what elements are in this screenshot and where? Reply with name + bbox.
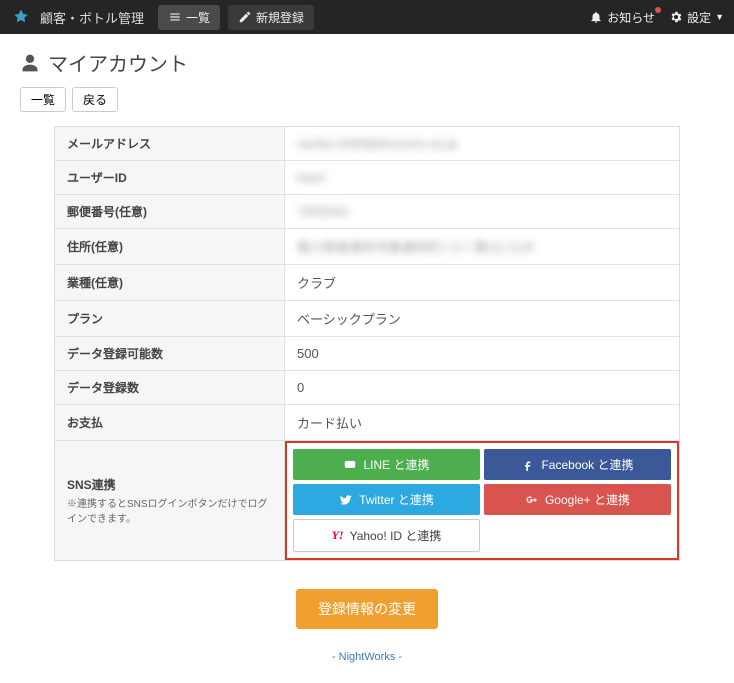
industry-label: 業種(任意) xyxy=(55,265,285,300)
nav-new-button[interactable]: 新規登録 xyxy=(228,5,314,30)
row-count: データ登録数 0 xyxy=(55,371,679,405)
sns-twitter-label: Twitter と連携 xyxy=(359,491,434,508)
bell-icon xyxy=(589,10,603,24)
sns-facebook-button[interactable]: Facebook と連携 xyxy=(484,449,671,480)
sns-label-cell: SNS連携 ※連携するとSNSログインボタンだけでログインできます。 xyxy=(55,441,285,560)
line-icon xyxy=(343,458,357,472)
navbar-left: 顧客・ボトル管理 一覧 新規登録 xyxy=(10,5,314,30)
sns-twitter-button[interactable]: Twitter と連携 xyxy=(293,484,480,515)
back-button[interactable]: 戻る xyxy=(72,87,118,112)
industry-value: クラブ xyxy=(285,265,679,300)
count-value: 0 xyxy=(285,371,679,404)
email-value: nanbo-0409@docomo.ne.jp xyxy=(297,136,458,151)
navbar-right: お知らせ 設定 ▼ xyxy=(589,9,724,26)
sub-buttons: 一覧 戻る xyxy=(20,87,714,112)
payment-value: カード払い xyxy=(285,405,679,440)
row-payment: お支払 カード払い xyxy=(55,405,679,441)
page-body: マイアカウント 一覧 戻る メールアドレス nanbo-0409@docomo.… xyxy=(0,34,734,683)
userid-value: kaori xyxy=(297,170,325,185)
sns-buttons-wrap: LINE と連携 Facebook と連携 Twitter と連携 Google… xyxy=(285,441,679,560)
sns-facebook-label: Facebook と連携 xyxy=(541,456,633,473)
yahoo-icon: Y! xyxy=(332,528,344,543)
facebook-icon xyxy=(521,458,535,472)
postal-value: 7650043 xyxy=(297,204,348,219)
row-email: メールアドレス nanbo-0409@docomo.ne.jp xyxy=(55,127,679,161)
sns-yahoo-label: Yahoo! ID と連携 xyxy=(350,527,442,544)
navbar: 顧客・ボトル管理 一覧 新規登録 お知らせ 設定 ▼ xyxy=(0,0,734,34)
caret-down-icon: ▼ xyxy=(715,12,724,22)
action-area: 登録情報の変更 xyxy=(20,589,714,629)
plan-label: プラン xyxy=(55,301,285,336)
sns-hint: ※連携するとSNSログインボタンだけでログインできます。 xyxy=(67,495,272,525)
submit-button[interactable]: 登録情報の変更 xyxy=(296,589,438,629)
sns-google-label: Google+ と連携 xyxy=(545,491,630,508)
account-panel: メールアドレス nanbo-0409@docomo.ne.jp ユーザーID k… xyxy=(54,126,680,561)
list-icon xyxy=(168,10,182,24)
list-button[interactable]: 一覧 xyxy=(20,87,66,112)
row-sns: SNS連携 ※連携するとSNSログインボタンだけでログインできます。 LINE … xyxy=(55,441,679,560)
capacity-label: データ登録可能数 xyxy=(55,337,285,370)
address-label: 住所(任意) xyxy=(55,229,285,264)
brand-title: 顧客・ボトル管理 xyxy=(40,8,144,27)
nav-settings-label: 設定 xyxy=(687,9,711,26)
twitter-icon xyxy=(339,493,353,507)
sns-line-label: LINE と連携 xyxy=(363,456,429,473)
notice-badge-dot xyxy=(655,7,661,13)
row-industry: 業種(任意) クラブ xyxy=(55,265,679,301)
pencil-icon xyxy=(238,10,252,24)
payment-label: お支払 xyxy=(55,405,285,440)
row-userid: ユーザーID kaori xyxy=(55,161,679,195)
row-capacity: データ登録可能数 500 xyxy=(55,337,679,371)
nav-settings-button[interactable]: 設定 ▼ xyxy=(669,9,724,26)
address-value: 香川県善通寺市善通寺町7-3-7 第2ビル2F xyxy=(297,237,535,256)
nav-list-button[interactable]: 一覧 xyxy=(158,5,220,30)
nav-notice-label: お知らせ xyxy=(607,9,655,26)
app-logo-icon xyxy=(10,6,32,28)
postal-label: 郵便番号(任意) xyxy=(55,195,285,228)
page-title: マイアカウント xyxy=(20,48,714,77)
page-title-text: マイアカウント xyxy=(48,48,188,77)
email-label: メールアドレス xyxy=(55,127,285,160)
capacity-value: 500 xyxy=(285,337,679,370)
count-label: データ登録数 xyxy=(55,371,285,404)
nav-new-label: 新規登録 xyxy=(256,9,304,26)
sns-label: SNS連携 xyxy=(67,476,272,493)
nav-notice-button[interactable]: お知らせ xyxy=(589,9,655,26)
row-address: 住所(任意) 香川県善通寺市善通寺町7-3-7 第2ビル2F xyxy=(55,229,679,265)
userid-label: ユーザーID xyxy=(55,161,285,194)
sns-line-button[interactable]: LINE と連携 xyxy=(293,449,480,480)
google-plus-icon xyxy=(525,493,539,507)
gear-icon xyxy=(669,10,683,24)
user-icon xyxy=(20,53,40,73)
row-postal: 郵便番号(任意) 7650043 xyxy=(55,195,679,229)
nav-list-label: 一覧 xyxy=(186,9,210,26)
footer-text: - NightWorks - xyxy=(20,651,714,663)
plan-value: ベーシックプラン xyxy=(285,301,679,336)
sns-google-button[interactable]: Google+ と連携 xyxy=(484,484,671,515)
row-plan: プラン ベーシックプラン xyxy=(55,301,679,337)
